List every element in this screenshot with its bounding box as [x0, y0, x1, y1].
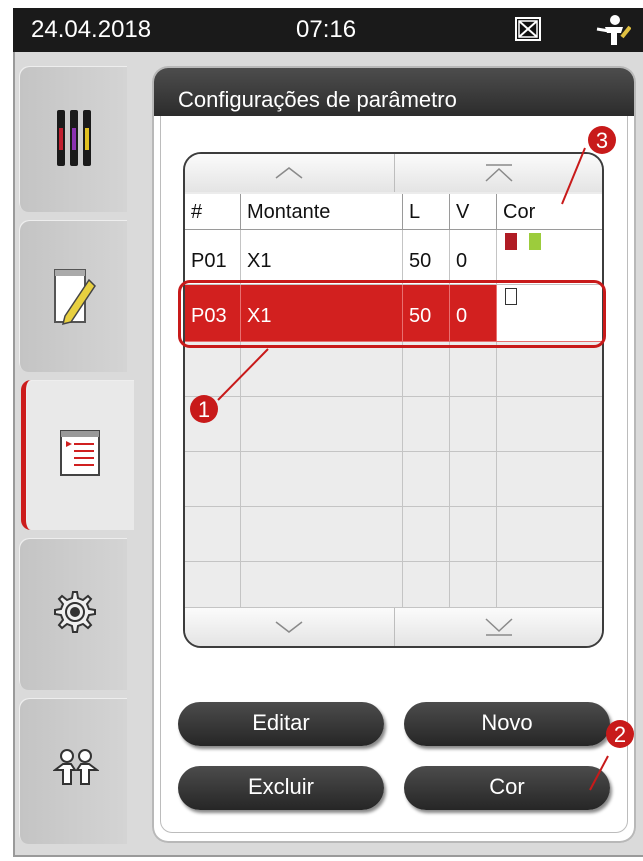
callout-3: 3: [588, 126, 616, 154]
callout-2: 2: [606, 720, 634, 748]
callout-leaders: [217, 147, 609, 791]
callout-1: 1: [190, 395, 218, 423]
